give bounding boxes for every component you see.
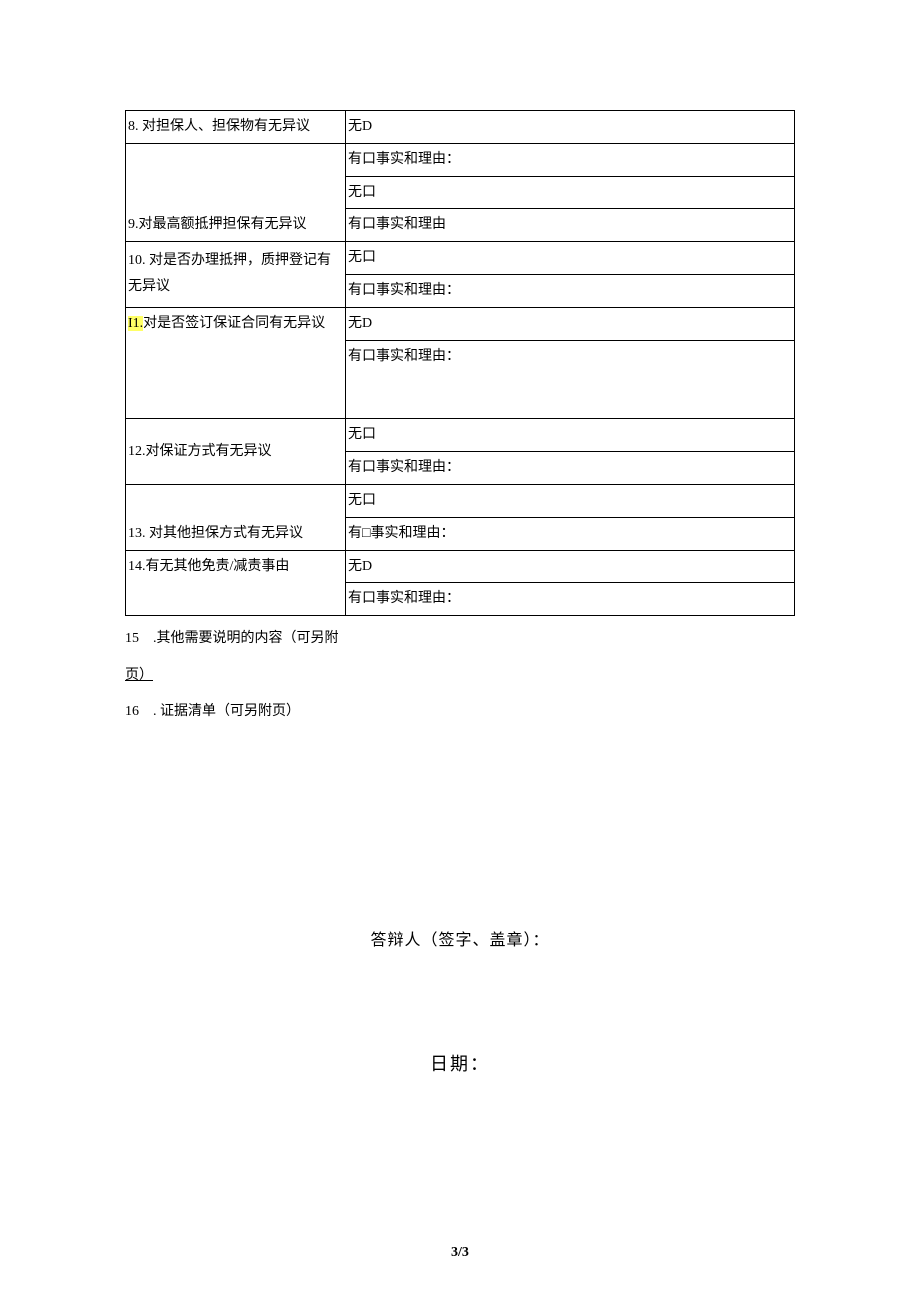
row9-label-empty (126, 143, 346, 176)
row11-label-rest: 对是否签订保证合同有无异议 (143, 316, 325, 331)
row11-value2: 有口事实和理由： (346, 340, 795, 419)
row12-value2: 有口事实和理由： (346, 452, 795, 485)
row8-label: 8. 对担保人、担保物有无异议 (126, 111, 346, 144)
row12-label: 12.对保证方式有无异议 (126, 419, 346, 485)
row8-value2: 有口事实和理由： (346, 143, 795, 176)
page-number: 3/3 (0, 1245, 920, 1261)
supp-16-text: . 证据清单（可另附页） (153, 704, 300, 719)
row9-value1: 无口 (346, 176, 795, 209)
date-line: 日期： (125, 1050, 795, 1076)
row13-label-empty (126, 484, 346, 517)
supp-16-num: 16 (125, 699, 153, 726)
supp-15-text: .其他需要说明的内容（可另附 (153, 631, 339, 646)
row14-value1: 无D (346, 550, 795, 583)
row9-value2: 有口事实和理由 (346, 209, 795, 242)
row10-label: 10. 对是否办理抵押，质押登记有无异议 (126, 242, 346, 308)
row11-value1: 无D (346, 307, 795, 340)
row13-label: 13. 对其他担保方式有无异议 (126, 517, 346, 550)
row12-value1: 无口 (346, 419, 795, 452)
supp-15-text2: 页） (125, 668, 153, 683)
row11-highlight: I1. (128, 316, 143, 331)
row14-value2: 有口事实和理由： (346, 583, 795, 616)
supplementary-15b: 页） (125, 663, 795, 690)
supplementary-15: 15.其他需要说明的内容（可另附 (125, 626, 795, 653)
form-table: 8. 对担保人、担保物有无异议 无D 有口事实和理由： 无口 9.对最高额抵押担… (125, 110, 795, 616)
row10-value2: 有口事实和理由： (346, 274, 795, 307)
signature-line: 答辩人（签字、盖章）： (125, 926, 795, 950)
row9-label: 9.对最高额抵押担保有无异议 (126, 209, 346, 242)
row13-value1: 无口 (346, 484, 795, 517)
supplementary-16: 16. 证据清单（可另附页） (125, 699, 795, 726)
row14-label: 14.有无其他免责/减责事由 (126, 550, 346, 616)
row13-value2: 有□事实和理由： (346, 517, 795, 550)
supp-15-num: 15 (125, 626, 153, 653)
row11-label: I1.对是否签订保证合同有无异议 (126, 307, 346, 419)
row10-value1: 无口 (346, 242, 795, 275)
row8-value1: 无D (346, 111, 795, 144)
row9-label-empty2 (126, 176, 346, 209)
